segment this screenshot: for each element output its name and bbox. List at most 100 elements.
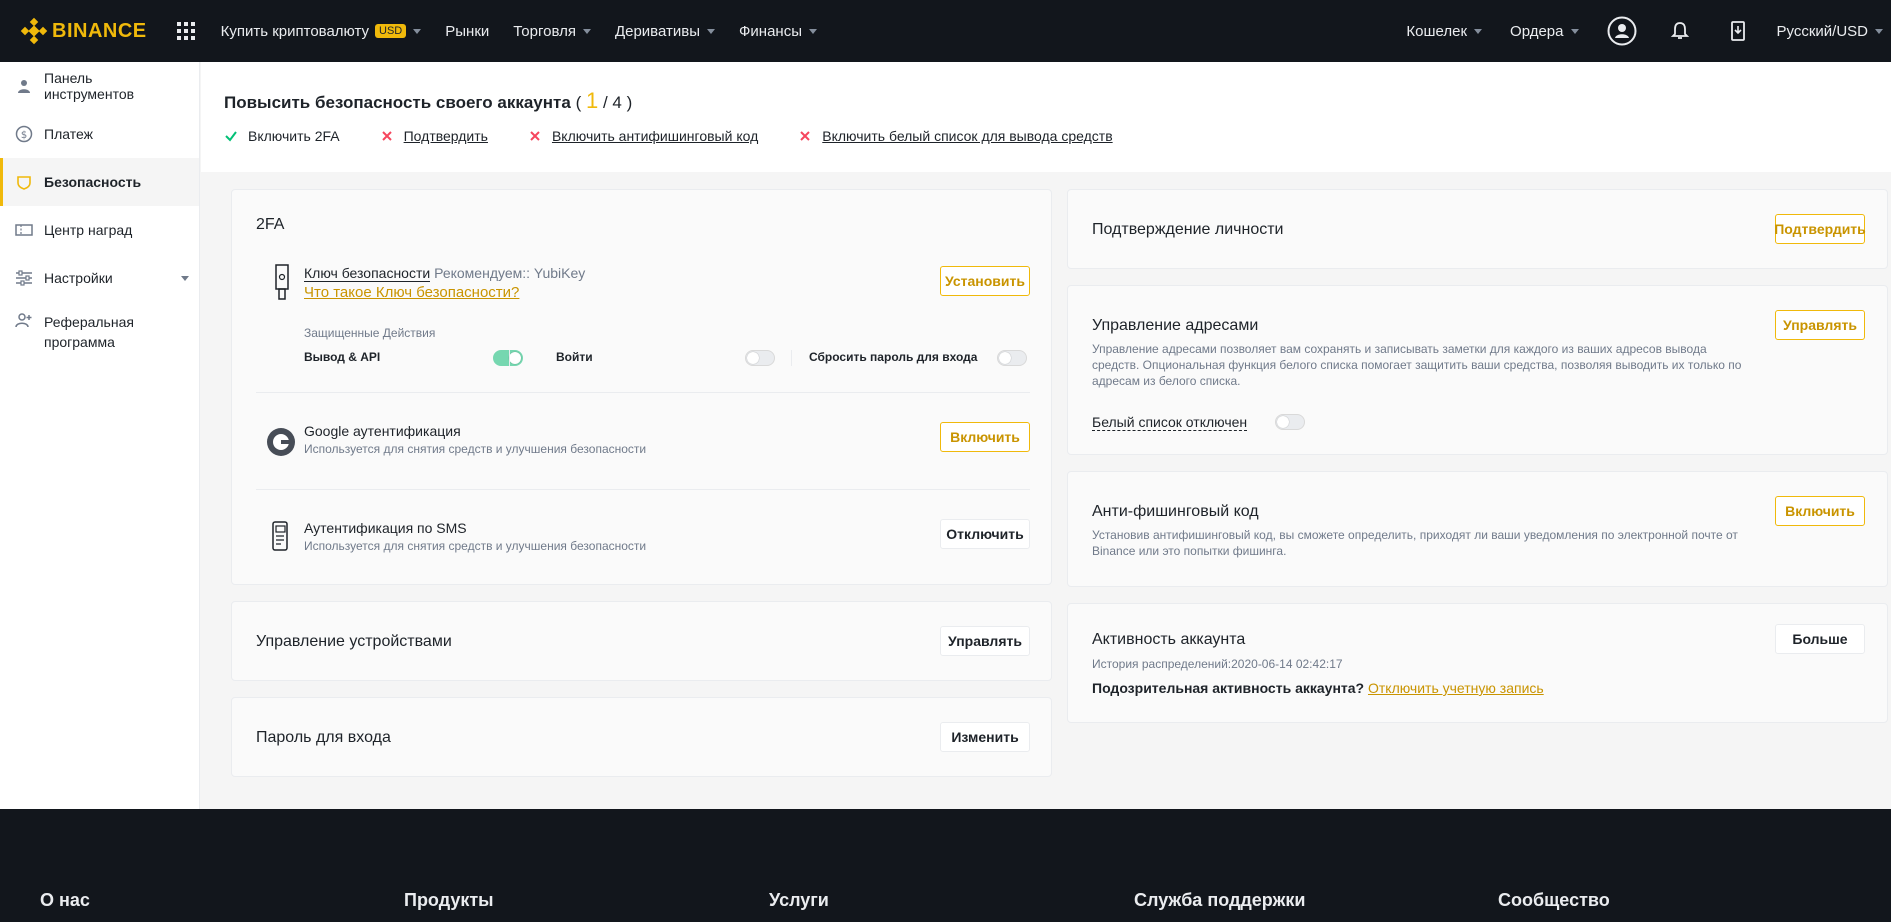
verify-identity-button[interactable]: Подтвердить	[1774, 214, 1866, 244]
action-divider	[509, 350, 510, 366]
chevron-down-icon	[413, 28, 422, 34]
sidebar-item-settings[interactable]: Настройки	[0, 254, 199, 302]
activity-history: История распределений:2020-06-14 02:42:1…	[1092, 657, 1343, 671]
enable-antiphishing-button[interactable]: Включить	[1775, 496, 1865, 526]
whitelist-label: Белый список отключен	[1092, 414, 1248, 431]
whitelist-toggle[interactable]	[1275, 414, 1305, 430]
footer: О нас Продукты Услуги Служба поддержки С…	[0, 809, 1891, 922]
footer-services[interactable]: Услуги	[769, 890, 829, 911]
step-link[interactable]: Включить белый список для вывода средств	[822, 128, 1112, 144]
chevron-down-icon	[582, 28, 591, 34]
reset-password-toggle[interactable]	[997, 350, 1027, 366]
security-progress-header: Повысить безопасность своего аккаунта ( …	[201, 62, 1891, 172]
protected-actions-title: Защищенные Действия	[304, 326, 436, 340]
antiphishing-card: Анти-фишинговый код Установив антифишинг…	[1067, 471, 1888, 587]
manage-addresses-button[interactable]: Управлять	[1775, 310, 1865, 340]
security-title: Повысить безопасность своего аккаунта ( …	[224, 88, 632, 114]
apps-grid-icon[interactable]	[176, 22, 195, 40]
sidebar-item-referral[interactable]: Реферальная программа	[0, 302, 199, 362]
nav-wallet[interactable]: Кошелек	[1406, 22, 1483, 40]
binance-logo[interactable]: BINANCE	[20, 0, 147, 62]
divider	[256, 392, 1030, 393]
nav-trade[interactable]: Торговля	[513, 23, 591, 40]
divider	[256, 489, 1030, 490]
login-password-card: Пароль для входа Изменить	[231, 697, 1052, 777]
google-auth-desc: Используется для снятия средств и улучше…	[304, 442, 647, 456]
dollar-icon: $	[14, 124, 34, 144]
nav-finance[interactable]: Финансы	[739, 23, 817, 40]
step-verify: Подтвердить	[380, 128, 488, 144]
step-enable-2fa: Включить 2FA	[224, 128, 340, 144]
ticket-icon	[14, 220, 34, 240]
disable-account-link[interactable]: Отключить учетную запись	[1368, 680, 1544, 696]
footer-products[interactable]: Продукты	[404, 890, 494, 911]
sidebar-item-label: Панель инструментов	[44, 70, 135, 102]
close-icon	[528, 129, 542, 143]
withdraw-api-toggle[interactable]	[493, 350, 523, 366]
login-toggle[interactable]	[745, 350, 775, 366]
chevron-down-icon	[707, 28, 715, 34]
step-link[interactable]: Включить антифишинговый код	[552, 128, 758, 144]
security-done-count: 1	[585, 88, 599, 113]
step-label: Включить 2FA	[248, 128, 340, 144]
security-title-text: Повысить безопасность своего аккаунта	[224, 93, 571, 112]
step-whitelist: Включить белый список для вывода средств	[798, 128, 1113, 144]
nav-markets[interactable]: Рынки	[445, 23, 489, 40]
what-is-security-key-link[interactable]: Что такое Ключ безопасности?	[304, 284, 519, 301]
disable-sms-auth-button[interactable]: Отключить	[940, 519, 1030, 549]
antiphishing-desc: Установив антифишинговый код, вы сможете…	[1092, 528, 1738, 558]
sms-auth-name: Аутентификация по SMS	[304, 520, 467, 536]
address-management-card: Управление адресами Управление адресами …	[1067, 285, 1888, 455]
language-label: Русский/USD	[1776, 22, 1869, 40]
nav-wallet-label: Кошелек	[1406, 22, 1468, 40]
login-password-title: Пароль для входа	[256, 729, 391, 746]
user-icon	[14, 76, 34, 96]
nav-orders-label: Ордера	[1510, 22, 1564, 40]
sms-phone-icon	[270, 521, 290, 558]
suspicious-activity-text: Подозрительная активность аккаунта?	[1092, 680, 1365, 696]
change-password-button[interactable]: Изменить	[940, 722, 1030, 752]
sliders-icon	[14, 268, 34, 288]
address-management-title: Управление адресами	[1092, 317, 1259, 334]
device-management-card: Управление устройствами Управлять	[231, 601, 1052, 681]
nav-buy-crypto-label: Купить криптовалюту	[220, 22, 370, 40]
check-icon	[224, 129, 238, 143]
action-label: Сбросить пароль для входа	[809, 350, 978, 364]
enable-google-auth-button[interactable]: Включить	[940, 422, 1030, 452]
close-icon	[380, 129, 394, 143]
sidebar-item-rewards[interactable]: Центр наград	[0, 206, 199, 254]
account-activity-title: Активность аккаунта	[1092, 631, 1246, 648]
nav-buy-crypto[interactable]: Купить криптовалюту USD	[221, 23, 422, 40]
nav-derivatives[interactable]: Деривативы	[615, 23, 715, 40]
brand-name: BINANCE	[52, 19, 147, 42]
nav-orders[interactable]: Ордера	[1510, 22, 1579, 40]
manage-devices-button[interactable]: Управлять	[940, 626, 1030, 656]
nav-finance-label: Финансы	[739, 22, 802, 40]
security-total-count: / 4 )	[602, 93, 633, 112]
add-user-icon	[14, 310, 34, 330]
suspicious-row: Подозрительная активность аккаунта? Откл…	[1092, 680, 1544, 696]
google-auth-name: Google аутентификация	[304, 423, 461, 439]
chevron-down-icon	[1570, 28, 1579, 34]
shield-icon	[14, 172, 34, 192]
nav-derivatives-label: Деривативы	[614, 22, 700, 40]
more-activity-button[interactable]: Больше	[1775, 624, 1865, 654]
sms-auth-desc: Используется для снятия средств и улучше…	[304, 539, 647, 553]
step-antiphishing: Включить антифишинговый код	[528, 128, 758, 144]
language-selector[interactable]: Русский/USD	[1776, 22, 1883, 40]
bell-icon[interactable]	[1665, 16, 1695, 46]
sidebar-item-security[interactable]: Безопасность	[0, 158, 199, 206]
sidebar-item-payment[interactable]: $ Платеж	[0, 110, 199, 158]
footer-about[interactable]: О нас	[40, 890, 90, 911]
footer-support[interactable]: Служба поддержки	[1134, 890, 1305, 911]
footer-community[interactable]: Сообщество	[1498, 890, 1610, 911]
install-security-key-button[interactable]: Установить	[940, 266, 1030, 296]
sidebar-item-label: Реферальная	[44, 314, 134, 330]
step-link[interactable]: Подтвердить	[404, 128, 488, 144]
user-icon[interactable]	[1607, 16, 1637, 46]
download-icon[interactable]	[1723, 16, 1753, 46]
sidebar-item-dashboard[interactable]: Панель инструментов	[0, 62, 199, 110]
nav-right-group: Кошелек Ордера Русский/USD	[1378, 0, 1891, 62]
nav-trade-label: Торговля	[513, 22, 576, 40]
sidebar: Панель инструментов $ Платеж Безопасност…	[0, 62, 200, 809]
